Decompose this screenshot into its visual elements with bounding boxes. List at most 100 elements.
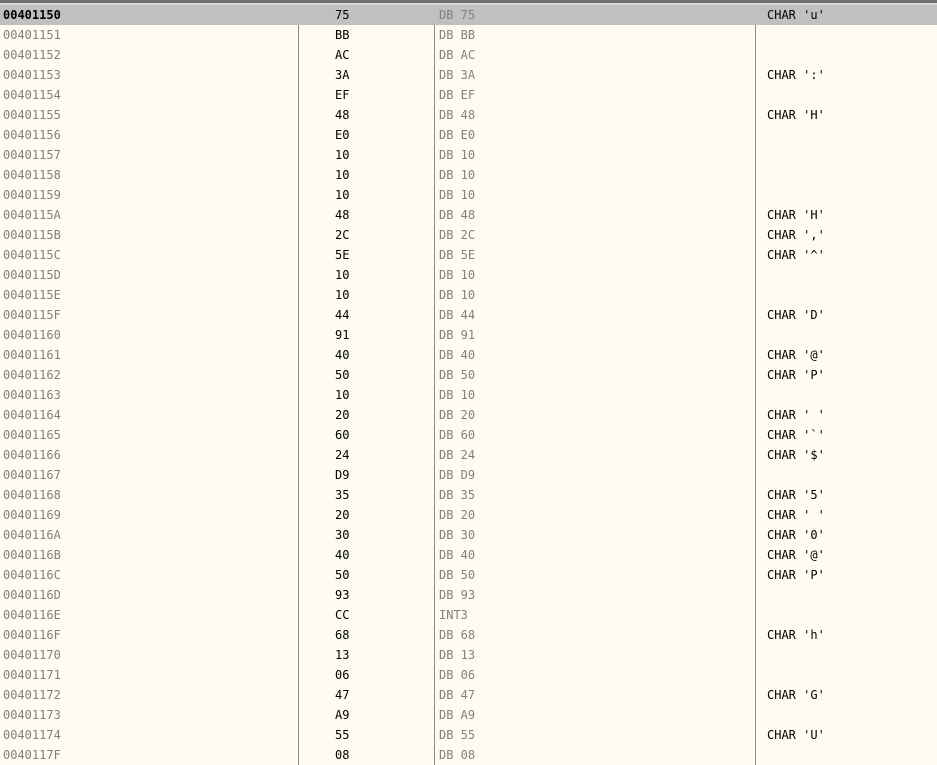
- code-row[interactable]: 0040115D 10 DB 10: [0, 265, 937, 285]
- comment-cell: CHAR 'u': [767, 8, 825, 22]
- hex-dump-cell: 20: [335, 408, 350, 422]
- code-row[interactable]: 0040116D 93 DB 93: [0, 585, 937, 605]
- code-row[interactable]: 00401171 06 DB 06: [0, 665, 937, 685]
- address-cell: 00401153: [3, 68, 61, 82]
- address-cell: 00401150: [3, 8, 61, 22]
- hex-dump-cell: 10: [335, 388, 350, 402]
- disassembly-cell: DB 30: [439, 528, 476, 542]
- code-row[interactable]: 00401158 10 DB 10: [0, 165, 937, 185]
- code-row[interactable]: 0040116F 68 DB 68 CHAR 'h': [0, 625, 937, 645]
- code-row[interactable]: 00401156 E0 DB E0: [0, 125, 937, 145]
- disassembly-cell: DB 40: [439, 548, 476, 562]
- comment-cell: CHAR ':': [767, 68, 825, 82]
- code-row[interactable]: 00401163 10 DB 10: [0, 385, 937, 405]
- disassembly-cell: DB D9: [439, 468, 476, 482]
- address-cell: 0040115C: [3, 248, 61, 262]
- address-cell: 00401151: [3, 28, 61, 42]
- address-cell: 00401159: [3, 188, 61, 202]
- address-cell: 00401157: [3, 148, 61, 162]
- code-row[interactable]: 00401165 60 DB 60 CHAR '`': [0, 425, 937, 445]
- address-cell: 00401173: [3, 708, 61, 722]
- disassembly-cell: DB AC: [439, 48, 476, 62]
- address-cell: 0040116F: [3, 628, 61, 642]
- code-row[interactable]: 00401169 20 DB 20 CHAR ' ': [0, 505, 937, 525]
- comment-cell: CHAR 'D': [767, 308, 825, 322]
- hex-dump-cell: 55: [335, 728, 350, 742]
- code-row[interactable]: 0040115C 5E DB 5E CHAR '^': [0, 245, 937, 265]
- disassembly-cell: DB 35: [439, 488, 476, 502]
- code-row[interactable]: 0040116A 30 DB 30 CHAR '0': [0, 525, 937, 545]
- code-row[interactable]: 0040115F 44 DB 44 CHAR 'D': [0, 305, 937, 325]
- hex-dump-cell: 50: [335, 568, 350, 582]
- code-row[interactable]: 0040115E 10 DB 10: [0, 285, 937, 305]
- code-row[interactable]: 00401150 75 DB 75 CHAR 'u': [0, 5, 937, 25]
- address-cell: 00401171: [3, 668, 61, 682]
- comment-cell: CHAR ',': [767, 228, 825, 242]
- disassembly-cell: DB E0: [439, 128, 476, 142]
- address-cell: 0040115E: [3, 288, 61, 302]
- code-row[interactable]: 00401162 50 DB 50 CHAR 'P': [0, 365, 937, 385]
- pane-top-border: [0, 0, 937, 5]
- disassembly-listing[interactable]: 00401150 75 DB 75 CHAR 'u' 00401151 BB DB BB 00…: [0, 5, 937, 765]
- disassembly-cell: DB 48: [439, 208, 476, 222]
- address-cell: 00401161: [3, 348, 61, 362]
- hex-dump-cell: 30: [335, 528, 350, 542]
- code-row[interactable]: 00401168 35 DB 35 CHAR '5': [0, 485, 937, 505]
- code-row[interactable]: 0040115A 48 DB 48 CHAR 'H': [0, 205, 937, 225]
- hex-dump-cell: 10: [335, 288, 350, 302]
- code-row[interactable]: 00401172 47 DB 47 CHAR 'G': [0, 685, 937, 705]
- hex-dump-cell: 10: [335, 188, 350, 202]
- comment-cell: CHAR ' ': [767, 408, 825, 422]
- code-row[interactable]: 0040116B 40 DB 40 CHAR '@': [0, 545, 937, 565]
- hex-dump-cell: A9: [335, 708, 350, 722]
- disassembly-cell: DB 40: [439, 348, 476, 362]
- code-row[interactable]: 00401159 10 DB 10: [0, 185, 937, 205]
- code-row[interactable]: 00401152 AC DB AC: [0, 45, 937, 65]
- address-cell: 00401155: [3, 108, 61, 122]
- disassembly-cell: DB 50: [439, 568, 476, 582]
- code-row[interactable]: 00401155 48 DB 48 CHAR 'H': [0, 105, 937, 125]
- code-row[interactable]: 00401153 3A DB 3A CHAR ':': [0, 65, 937, 85]
- address-cell: 0040115D: [3, 268, 61, 282]
- comment-cell: CHAR 'H': [767, 108, 825, 122]
- code-row[interactable]: 00401164 20 DB 20 CHAR ' ': [0, 405, 937, 425]
- hex-dump-cell: 3A: [335, 68, 350, 82]
- disassembly-cell: DB 20: [439, 408, 476, 422]
- code-row[interactable]: 0040116C 50 DB 50 CHAR 'P': [0, 565, 937, 585]
- hex-dump-cell: EF: [335, 88, 350, 102]
- disassembly-cell: DB 10: [439, 388, 476, 402]
- code-row[interactable]: 00401151 BB DB BB: [0, 25, 937, 45]
- code-row[interactable]: 0040116E CC INT3: [0, 605, 937, 625]
- disassembly-cell: DB A9: [439, 708, 476, 722]
- address-cell: 0040116D: [3, 588, 61, 602]
- address-cell: 00401167: [3, 468, 61, 482]
- address-cell: 00401172: [3, 688, 61, 702]
- address-cell: 0040115A: [3, 208, 61, 222]
- code-row[interactable]: 00401160 91 DB 91: [0, 325, 937, 345]
- code-row[interactable]: 00401173 A9 DB A9: [0, 705, 937, 725]
- address-cell: 0040115B: [3, 228, 61, 242]
- comment-cell: CHAR 'H': [767, 208, 825, 222]
- hex-dump-cell: 06: [335, 668, 350, 682]
- hex-dump-cell: 40: [335, 548, 350, 562]
- address-cell: 00401152: [3, 48, 61, 62]
- comment-cell: CHAR '5': [767, 488, 825, 502]
- code-row[interactable]: 00401174 55 DB 55 CHAR 'U': [0, 725, 937, 745]
- code-row[interactable]: 0040115B 2C DB 2C CHAR ',': [0, 225, 937, 245]
- address-cell: 0040117F: [3, 748, 61, 762]
- disassembly-cell: DB 3A: [439, 68, 476, 82]
- code-row[interactable]: 00401154 EF DB EF: [0, 85, 937, 105]
- hex-dump-cell: CC: [335, 608, 350, 622]
- code-row[interactable]: 00401166 24 DB 24 CHAR '$': [0, 445, 937, 465]
- code-row[interactable]: 00401161 40 DB 40 CHAR '@': [0, 345, 937, 365]
- address-cell: 00401158: [3, 168, 61, 182]
- disassembly-cell: INT3: [439, 608, 468, 622]
- hex-dump-cell: AC: [335, 48, 350, 62]
- comment-cell: CHAR 'U': [767, 728, 825, 742]
- comment-cell: CHAR '@': [767, 548, 825, 562]
- code-row[interactable]: 00401167 D9 DB D9: [0, 465, 937, 485]
- hex-dump-cell: 60: [335, 428, 350, 442]
- code-row[interactable]: 0040117F 08 DB 08: [0, 745, 937, 765]
- code-row[interactable]: 00401170 13 DB 13: [0, 645, 937, 665]
- code-row[interactable]: 00401157 10 DB 10: [0, 145, 937, 165]
